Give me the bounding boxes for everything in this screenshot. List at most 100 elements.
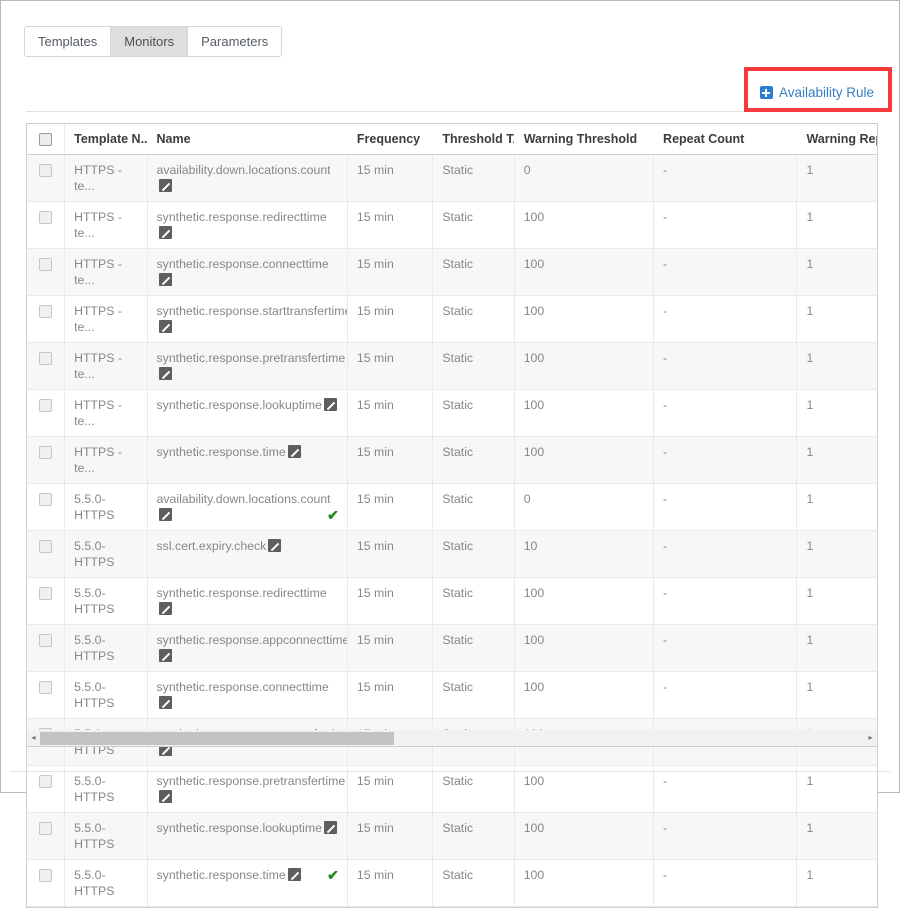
column-header-repeat-count: Repeat Count [653,124,798,156]
monitor-name-label: ssl.cert.expiry.check [156,539,267,554]
table-row[interactable]: HTTPS - te... synthetic.response.connectt… [27,248,877,297]
edit-pencil-icon[interactable] [323,821,337,835]
cell-repeat-count: - [653,624,798,673]
cell-warning-repeat-count: 1 [796,577,877,626]
table-row[interactable]: HTTPS - te... synthetic.response.starttra… [27,295,877,344]
page-frame: Templates Monitors Parameters Availability… [0,0,900,908]
cell-monitor-name: synthetic.response.starttransfertime [147,295,348,344]
cell-threshold-type: Static [432,483,515,532]
edit-pencil-icon[interactable] [287,445,301,459]
edit-pencil-icon[interactable] [158,696,172,710]
row-select-checkbox[interactable] [39,211,52,225]
monitor-name-label: synthetic.response.lookuptime [156,821,322,836]
cell-warning-repeat-count: 1 [796,530,877,579]
cell-monitor-name: synthetic.response.lookuptime [147,812,348,861]
table-row[interactable]: HTTPS - te... synthetic.response.redirect… [27,201,877,250]
table-row[interactable]: HTTPS - te... synthetic.response.lookupti… [27,389,877,438]
edit-pencil-icon[interactable] [158,179,172,193]
row-select-cell [27,765,66,814]
table-row[interactable]: HTTPS - te... synthetic.response.pretrans… [27,342,877,391]
table-row[interactable]: 5.5.0-HTTPS availability.down.locations.c… [27,483,877,532]
table-row[interactable]: 5.5.0-HTTPS synthetic.response.appconnect… [27,624,877,673]
edit-pencil-icon[interactable] [158,790,172,804]
horizontal-scrollbar[interactable]: ◂ ▸ [26,730,878,747]
cell-warning-repeat-count: 1 [796,295,877,344]
table-row[interactable]: 5.5.0-HTTPS synthetic.response.lookuptime… [27,812,877,861]
row-select-checkbox[interactable] [39,634,52,648]
scroll-right-arrow-icon[interactable]: ▸ [864,734,877,742]
table-row[interactable]: 5.5.0-HTTPS synthetic.response.pretransfe… [27,765,877,814]
table-row[interactable]: 5.5.0-HTTPS ssl.cert.expiry.check 15 min St… [27,530,877,579]
row-select-checkbox[interactable] [39,164,52,178]
cell-frequency: 15 min [347,201,434,250]
edit-pencil-icon[interactable] [158,320,172,334]
checkmark-icon: ✔ [327,867,339,884]
table-row[interactable]: 5.5.0-HTTPS synthetic.response.connecttim… [27,671,877,720]
select-all-checkbox[interactable] [39,133,52,147]
cell-frequency: 15 min [347,624,434,673]
cell-template-name: HTTPS - te... [64,436,148,485]
table-row[interactable]: HTTPS - te... availability.down.locations… [27,154,877,203]
cell-warning-repeat-count: 1 [796,201,877,250]
edit-pencil-icon[interactable] [158,508,172,522]
edit-pencil-icon[interactable] [158,367,172,381]
edit-pencil-icon[interactable] [158,273,172,287]
cell-warning-repeat-count: 1 [796,342,877,391]
row-select-checkbox[interactable] [39,258,52,272]
edit-pencil-icon[interactable] [158,649,172,663]
cell-threshold-type: Static [432,577,515,626]
cell-template-name: 5.5.0-HTTPS [64,624,148,673]
tab-monitors[interactable]: Monitors [111,27,189,56]
row-select-checkbox[interactable] [39,493,52,507]
scrollbar-track[interactable] [40,731,864,745]
row-select-checkbox[interactable] [39,305,52,319]
row-select-checkbox[interactable] [39,446,52,460]
row-select-checkbox[interactable] [39,587,52,601]
edit-pencil-icon[interactable] [323,398,337,412]
table-row[interactable]: 5.5.0-HTTPS synthetic.response.time ✔ 15 mi… [27,859,877,908]
scroll-left-arrow-icon[interactable]: ◂ [27,734,40,742]
cell-monitor-name: synthetic.response.redirecttime [147,577,348,626]
edit-pencil-icon[interactable] [158,602,172,616]
row-select-checkbox[interactable] [39,540,52,554]
monitor-name-label: synthetic.response.redirecttime [156,210,327,225]
cell-repeat-count: - [653,154,798,203]
cell-threshold-type: Static [432,624,515,673]
row-select-checkbox[interactable] [39,399,52,413]
row-select-checkbox[interactable] [39,681,52,695]
edit-pencil-icon[interactable] [158,226,172,240]
cell-warning-repeat-count: 1 [796,671,877,720]
row-select-cell [27,436,66,485]
column-header-template-name: Template N... [64,124,148,156]
row-select-cell [27,671,66,720]
cell-monitor-name: synthetic.response.connecttime [147,248,348,297]
cell-template-name: 5.5.0-HTTPS [64,671,148,720]
row-select-checkbox[interactable] [39,869,52,883]
cell-monitor-name: synthetic.response.connecttime [147,671,348,720]
monitor-name-label: synthetic.response.starttransfertime [156,304,348,319]
monitors-table: Template N...NameFrequencyThreshold T...… [27,124,877,908]
edit-pencil-icon[interactable] [287,868,301,882]
table-row[interactable]: 5.5.0-HTTPS synthetic.response.redirectti… [27,577,877,626]
tab-templates[interactable]: Templates [25,27,112,56]
column-header-threshold-type: Threshold T... [432,124,515,156]
cell-frequency: 15 min [347,671,434,720]
column-header-warning-repeat-count: Warning Repeat C [796,124,877,156]
cell-warning-repeat-count: 1 [796,483,877,532]
cell-frequency: 15 min [347,154,434,203]
cell-warning-threshold: 100 [514,624,655,673]
row-select-checkbox[interactable] [39,822,52,836]
table-row[interactable]: HTTPS - te... synthetic.response.time 15 m… [27,436,877,485]
cell-warning-repeat-count: 1 [796,765,877,814]
tab-parameters[interactable]: Parameters [188,27,282,56]
row-select-checkbox[interactable] [39,775,52,789]
cell-threshold-type: Static [432,342,515,391]
cell-template-name: 5.5.0-HTTPS [64,812,148,861]
row-select-cell [27,154,66,203]
edit-pencil-icon[interactable] [268,539,282,553]
row-select-checkbox[interactable] [39,352,52,366]
cell-template-name: 5.5.0-HTTPS [64,765,148,814]
add-availability-rule-button[interactable]: Availability Rule [759,85,874,100]
monitor-name-label: synthetic.response.appconnecttime [156,633,348,648]
scrollbar-thumb[interactable] [40,731,395,745]
